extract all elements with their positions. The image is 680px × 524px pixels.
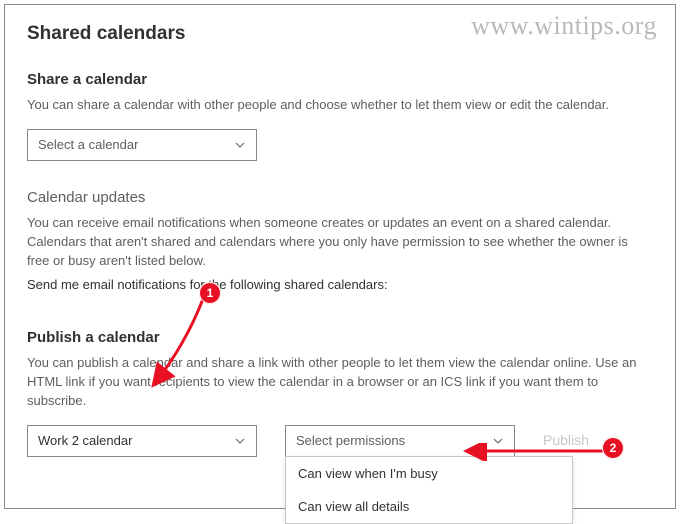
chevron-down-icon	[234, 435, 246, 447]
publish-perm-placeholder: Select permissions	[296, 433, 492, 448]
permissions-dropdown-list: Can view when I'm busy Can view all deta…	[285, 456, 573, 524]
publish-select-permissions[interactable]: Select permissions	[285, 425, 515, 457]
section-updates: Calendar updates You can receive email n…	[27, 189, 653, 295]
publish-title: Publish a calendar	[27, 329, 653, 346]
perm-option-all-details[interactable]: Can view all details	[286, 490, 572, 523]
updates-desc: You can receive email notifications when…	[27, 214, 653, 271]
share-title: Share a calendar	[27, 71, 653, 88]
share-select-label: Select a calendar	[38, 137, 234, 152]
publish-select-calendar[interactable]: Work 2 calendar	[27, 425, 257, 457]
perm-option-busy[interactable]: Can view when I'm busy	[286, 457, 572, 490]
publish-calendar-value: Work 2 calendar	[38, 433, 234, 448]
share-desc: You can share a calendar with other peop…	[27, 96, 653, 115]
publish-desc: You can publish a calendar and share a l…	[27, 354, 653, 411]
publish-button[interactable]: Publish	[543, 425, 589, 448]
chevron-down-icon	[234, 139, 246, 151]
chevron-down-icon	[492, 435, 504, 447]
updates-send-label: Send me email notifications for the foll…	[27, 276, 653, 295]
page-title: Shared calendars	[27, 23, 653, 45]
updates-title: Calendar updates	[27, 189, 653, 206]
annotation-badge-2: 2	[602, 437, 624, 459]
share-select-calendar[interactable]: Select a calendar	[27, 129, 257, 161]
section-publish: Publish a calendar You can publish a cal…	[27, 329, 653, 457]
section-share: Share a calendar You can share a calenda…	[27, 71, 653, 161]
annotation-badge-1: 1	[199, 282, 221, 304]
